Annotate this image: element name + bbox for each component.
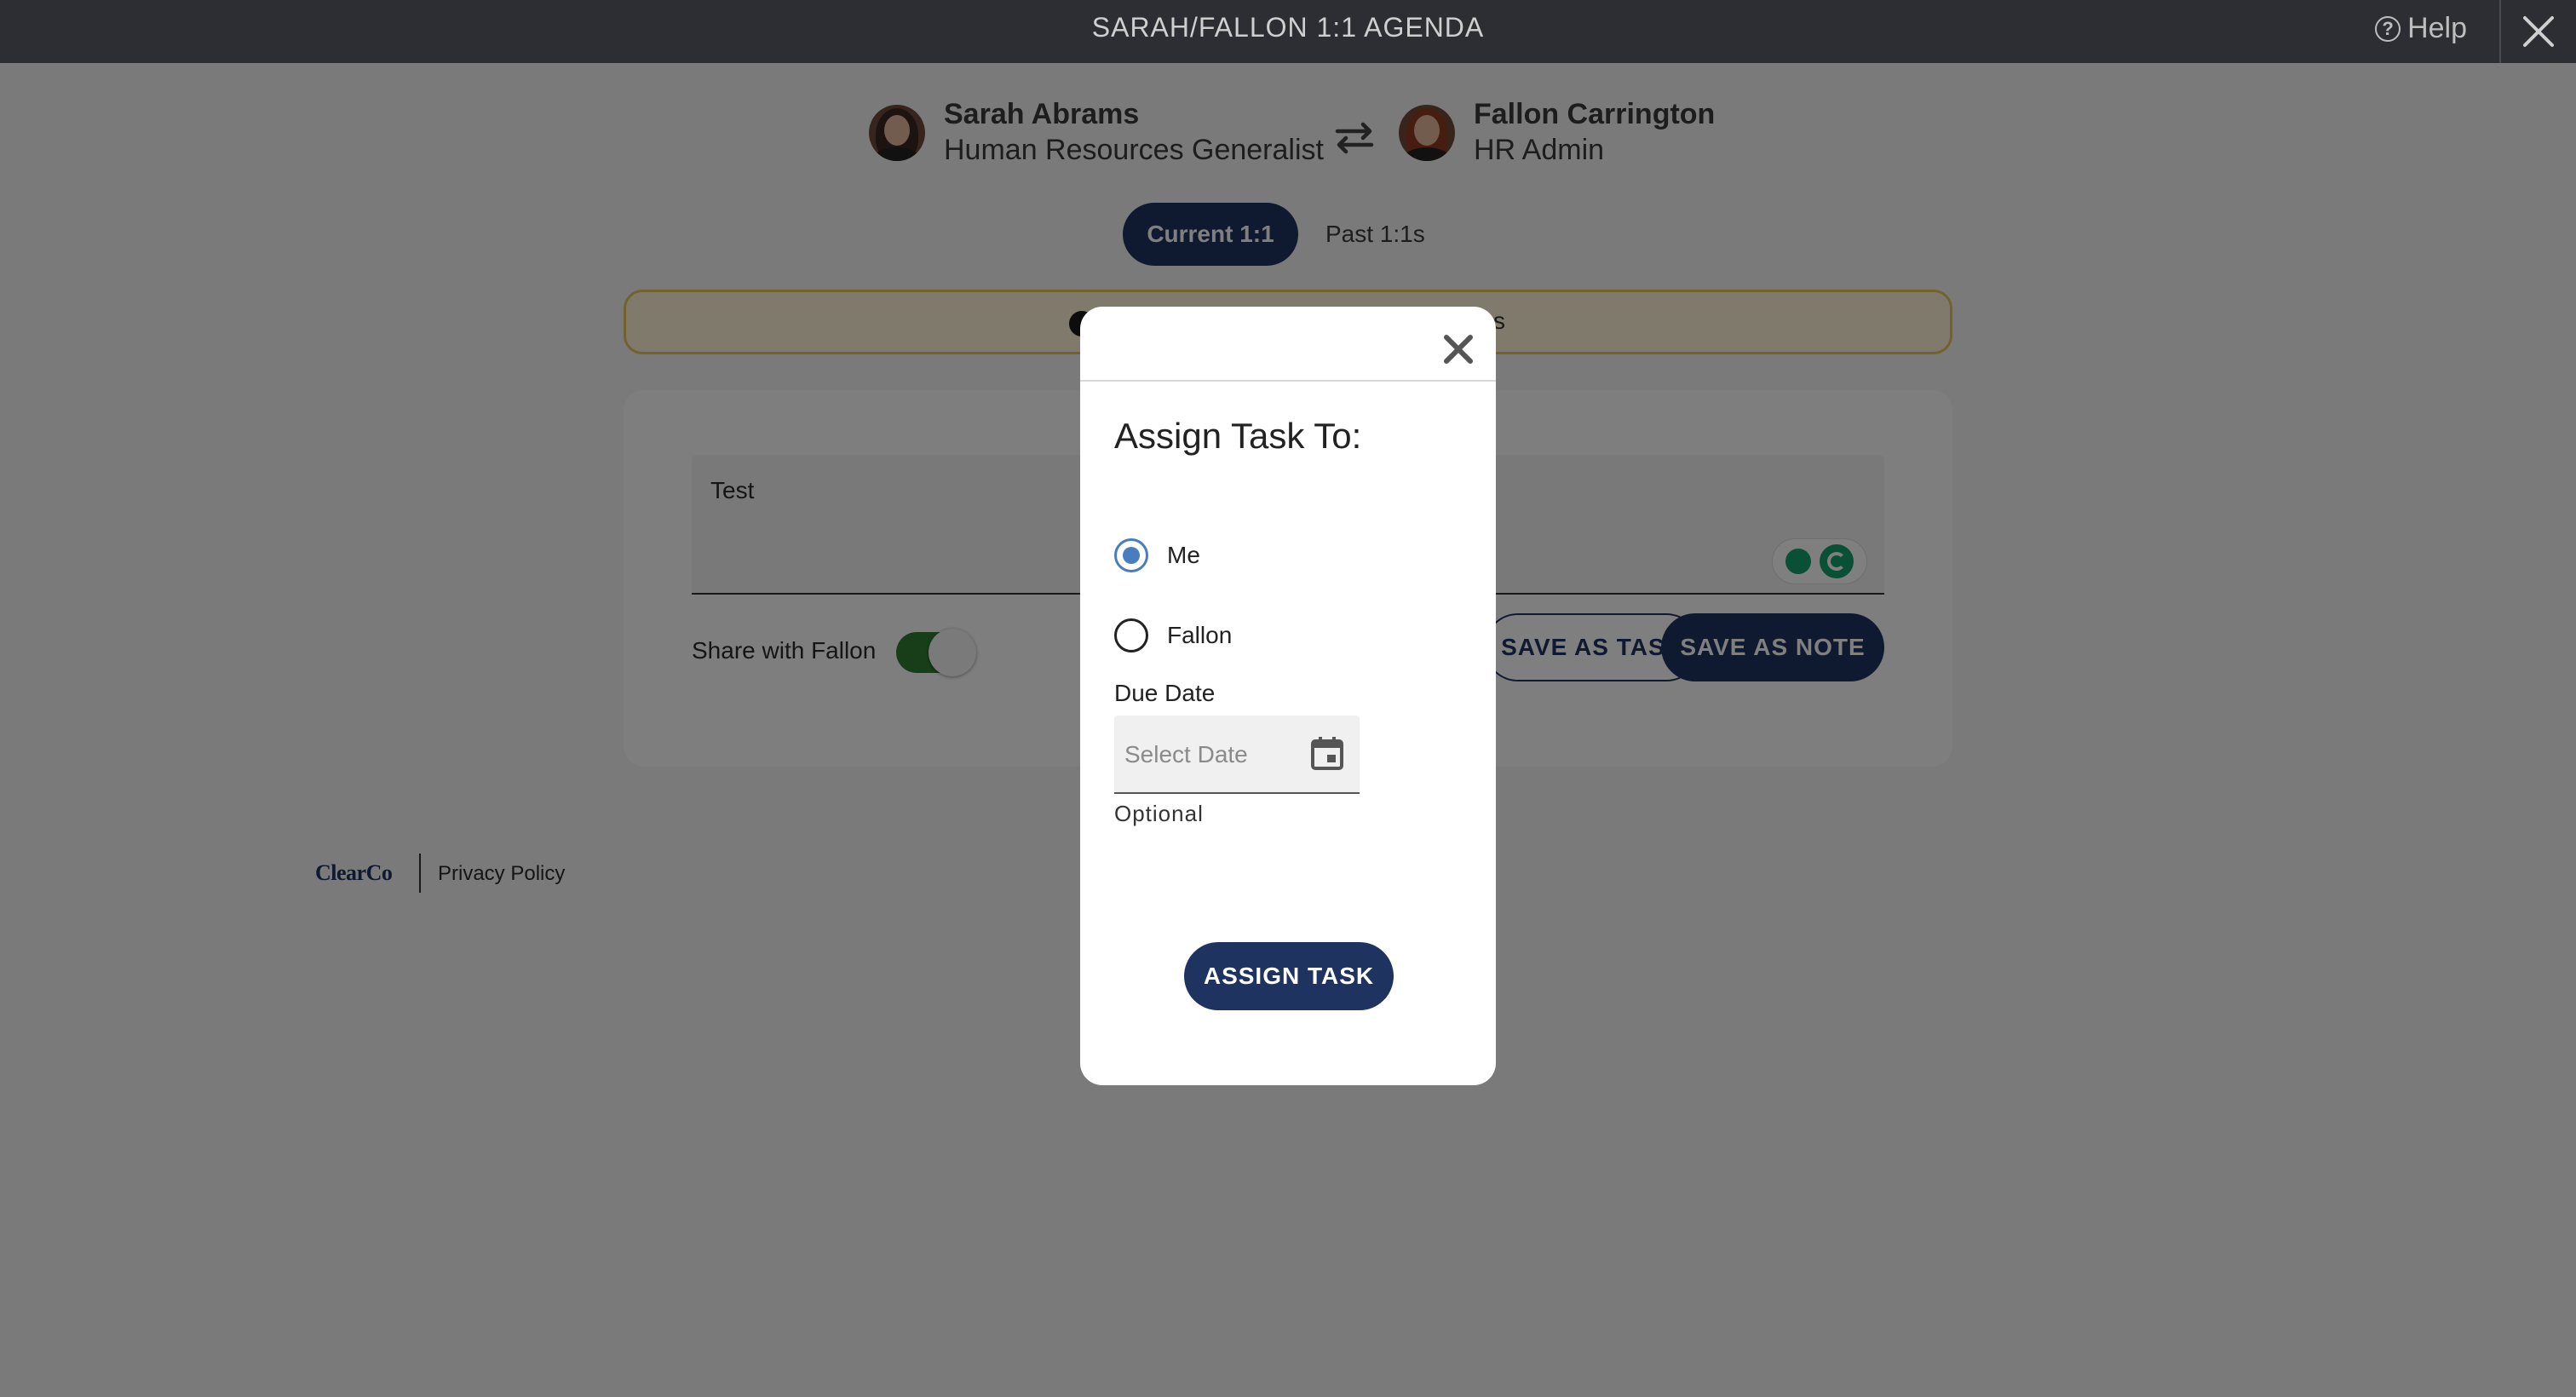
page-title: SARAH/FALLON 1:1 AGENDA	[1091, 12, 1485, 43]
radio-option-me[interactable]: Me	[1114, 538, 1200, 572]
help-button[interactable]: ? Help	[2375, 12, 2467, 45]
assign-task-modal: Assign Task To: Me Fallon Due Date Selec…	[1080, 307, 1496, 1085]
radio-button[interactable]	[1114, 538, 1148, 572]
radio-label: Fallon	[1167, 622, 1233, 648]
close-app-button[interactable]	[2501, 0, 2576, 63]
modal-header	[1080, 307, 1496, 382]
radio-label: Me	[1167, 542, 1200, 568]
help-label: Help	[2407, 12, 2467, 44]
top-bar: SARAH/FALLON 1:1 AGENDA ? Help	[0, 0, 2576, 63]
due-date-input[interactable]: Select Date	[1114, 716, 1360, 794]
radio-button[interactable]	[1114, 618, 1148, 653]
question-circle-icon: ?	[2375, 15, 2401, 42]
close-icon	[2523, 16, 2554, 47]
helper-text: Optional	[1114, 801, 1204, 826]
calendar-icon[interactable]	[1308, 734, 1346, 772]
date-placeholder: Select Date	[1124, 741, 1248, 767]
modal-title: Assign Task To:	[1114, 416, 1362, 456]
due-date-label: Due Date	[1114, 680, 1216, 706]
assign-task-button[interactable]: ASSIGN TASK	[1184, 942, 1394, 1010]
close-icon[interactable]	[1441, 332, 1475, 366]
radio-option-fallon[interactable]: Fallon	[1114, 618, 1232, 653]
